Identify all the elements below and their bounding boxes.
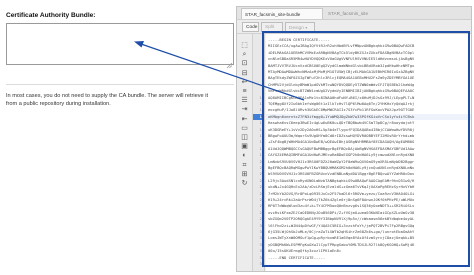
divider xyxy=(6,84,234,85)
design-view-button[interactable]: Design ▾ xyxy=(285,22,315,32)
list-icon[interactable]: ☰ xyxy=(240,97,249,105)
ca-bundle-label: Certificate Authority Bundle: xyxy=(6,12,96,19)
design-view-label: Design xyxy=(289,26,304,31)
ca-bundle-form: Certificate Authority Bundle: In most ca… xyxy=(6,12,234,108)
code-editor-window: STAR_facsmin_site-bundle STAR_facsmin_si… xyxy=(236,6,472,272)
expand-icon[interactable]: ⊞ xyxy=(240,171,249,179)
line-number: 36 xyxy=(259,262,264,266)
tab-site-bundle[interactable]: STAR_facsmin_site-bundle xyxy=(241,8,323,19)
format-icon[interactable]: ≡ xyxy=(240,88,249,96)
highlight-icon[interactable]: ▣ xyxy=(240,143,249,151)
outdent-icon[interactable]: ⇤ xyxy=(240,116,249,124)
comment-icon[interactable]: ▭ xyxy=(240,125,249,133)
code-view-button[interactable]: Code xyxy=(242,22,259,32)
ca-bundle-textarea[interactable] xyxy=(6,23,234,65)
collapse-icon[interactable]: ⊟ xyxy=(240,70,249,78)
view-toolbar: Code Split Design ▾ xyxy=(237,20,471,34)
code-area[interactable]: -----BEGIN CERTIFICATE----- MIIGEzCCA/ugA… xyxy=(266,34,471,271)
zoom-icon[interactable]: ⌕ xyxy=(240,51,249,59)
line-number-gutter: 1 2 3 4 5 6 7 8 9 10 11 12 13 14 15 16 17 18 19 20 21 22 23 24 2… xyxy=(253,34,265,271)
chevron-down-icon: ▾ xyxy=(305,25,308,30)
wrap-icon[interactable]: ↩ xyxy=(240,79,249,87)
coding-toolbar: ⬚ ⌕ ⊡ ⊟ ↩ ≡ ☰ ⇥ ⇤ ▭ ◫ ▣ ◐ ⌗ ⊞ ↻ xyxy=(237,34,253,271)
resize-grip-icon[interactable] xyxy=(226,62,233,69)
tab-site[interactable]: STAR_facsmin_site xyxy=(325,8,399,19)
refresh-icon[interactable]: ↻ xyxy=(240,180,249,188)
snippet-icon[interactable]: ◫ xyxy=(240,134,249,142)
ca-bundle-help-text: In most cases, you do not need to supply… xyxy=(6,93,209,108)
color-icon[interactable]: ◐ xyxy=(240,152,249,160)
split-view-button[interactable]: Split xyxy=(261,22,283,32)
inspect-icon[interactable]: ⊡ xyxy=(240,60,249,68)
document-tab-bar: STAR_facsmin_site-bundle STAR_facsmin_si… xyxy=(237,7,471,20)
select-icon[interactable]: ⬚ xyxy=(240,42,249,50)
indent-icon[interactable]: ⇥ xyxy=(240,106,249,114)
tag-icon[interactable]: ⌗ xyxy=(240,162,249,170)
